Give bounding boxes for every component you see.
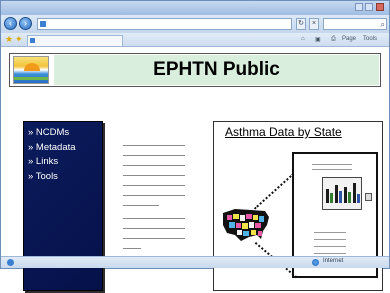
tab-bar: ★ ✦ ⌂ ▣ ⎙ Page Tools [1,33,389,47]
home-icon[interactable]: ⌂ [301,36,305,42]
chart-bar [339,191,342,203]
doc-line [314,253,346,254]
text-line [123,155,185,156]
report-chart-thumbnail [322,177,362,210]
text-line [123,165,185,166]
status-page-icon [7,259,14,266]
print-icon[interactable]: ⎙ [331,36,336,43]
page-icon [40,21,46,27]
favorites-star-icon[interactable]: ★ [5,34,13,45]
doc-line [312,169,352,170]
chart-bar [344,187,347,203]
text-line [123,218,185,219]
chart-bar [348,192,351,203]
text-placeholder-column [123,145,187,258]
text-line [123,248,141,249]
text-line [123,195,185,196]
security-zone-label: Internet [323,258,344,264]
doc-line [314,239,346,240]
text-line [123,228,185,229]
nav-item-ncdms[interactable]: » NCDMs [28,126,102,141]
search-input[interactable]: ⌕ [323,18,387,30]
stop-button[interactable]: × [309,18,319,30]
page-title: EPHTN Public [54,55,379,85]
asthma-data-link[interactable]: Asthma Data by State [225,126,345,139]
refresh-button[interactable]: ↻ [296,18,306,30]
chart-bar [335,185,338,203]
doc-line [314,246,346,247]
nav-item-links[interactable]: » Links [28,155,102,170]
sun-icon [24,63,40,71]
browser-window: ‹ › ↻ × ⌕ ★ ✦ ⌂ ▣ ⎙ Page Tools EPHTN Pub… [0,0,390,293]
title-bar [1,1,389,15]
doc-line [312,164,352,165]
back-arrow-icon[interactable]: ‹ [4,17,17,30]
text-line [123,205,159,206]
page-content: EPHTN Public » NCDMs » Metadata » Links … [3,48,387,293]
address-bar[interactable] [37,18,292,30]
report-chart-legend [365,193,372,201]
search-icon[interactable]: ⌕ [381,20,385,30]
ephtn-logo [13,56,49,84]
nav-item-tools[interactable]: » Tools [28,170,102,185]
tools-menu[interactable]: Tools [363,36,377,42]
close-window-button[interactable] [376,3,384,11]
text-line [123,185,185,186]
tab-page-icon [30,38,35,43]
internet-zone-icon [312,259,319,266]
minimize-button[interactable] [355,3,363,11]
text-line [123,175,185,176]
text-line [123,145,185,146]
add-favorites-icon[interactable]: ✦ [15,34,23,45]
chart-bar [330,193,333,203]
feeds-icon[interactable]: ▣ [315,36,321,43]
maximize-button[interactable] [365,3,373,11]
chart-bar [353,183,356,203]
forward-arrow-icon[interactable]: › [19,17,32,30]
doc-line [314,232,346,233]
text-line [123,238,185,239]
navigation-bar: ‹ › ↻ × ⌕ [1,15,389,33]
browser-tab[interactable] [27,35,123,46]
chart-bar [357,194,360,203]
logo-band [14,77,48,80]
us-map-icon[interactable] [221,205,271,247]
page-header: EPHTN Public [9,53,381,87]
nav-item-metadata[interactable]: » Metadata [28,141,102,156]
page-menu[interactable]: Page [342,36,356,42]
chart-bar [326,189,329,203]
status-bar: Internet [1,256,389,268]
